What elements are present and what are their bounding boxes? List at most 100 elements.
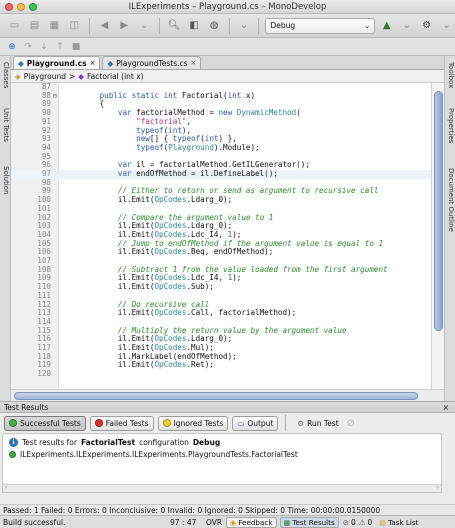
code-token: ,	[186, 116, 192, 126]
code-token: OpCodes	[154, 308, 187, 318]
breadcrumb: ◈ Playground > ◆ Factorial (int x)	[11, 70, 444, 83]
code-token: // Either to return or send as argument …	[117, 186, 379, 196]
close-pad-icon[interactable]: ×	[443, 402, 449, 413]
stop-test-icon[interactable]: ⊘	[347, 418, 355, 429]
code-line[interactable]: 110 il.Emit(OpCodes.Sub);	[11, 282, 431, 292]
monodevelop-window: ILExperiments – Playground.cs – MonoDeve…	[0, 0, 455, 528]
code-line[interactable]: 94 typeof(Playground).Module);	[11, 142, 431, 153]
help-icon[interactable]: ◍	[206, 17, 223, 34]
unit-tests-pad-tab[interactable]: Unit Tests	[0, 108, 11, 142]
nav-dropdown-icon[interactable]: ⌄	[136, 17, 153, 34]
breadcrumb-method[interactable]: Factorial (int x)	[87, 72, 144, 81]
fold-toggle-icon[interactable]: ⊟	[53, 92, 57, 101]
toolbox-pad-tab[interactable]: Toolbox	[445, 62, 455, 88]
test-results-toolbar: Successful Tests Failed Tests Ignored Te…	[0, 413, 455, 433]
document-outline-pad-tab[interactable]: Document Outline	[445, 168, 455, 232]
minimize-window-button[interactable]	[17, 3, 25, 11]
test-results-title: Test Results	[4, 403, 49, 412]
list-item[interactable]: ILExperiments.ILExperiments.ILExperiment…	[9, 449, 298, 460]
open-file-icon[interactable]: ▤	[26, 17, 43, 34]
test-results-status-button[interactable]: ▦ Test Results	[279, 516, 339, 528]
code-token: // Do recursive call	[117, 299, 210, 309]
configuration-select[interactable]: Debug ⌄	[265, 17, 376, 34]
test-entry-label: ILExperiments.ILExperiments.ILExperiment…	[20, 450, 298, 459]
feedback-button[interactable]: ◉ Feedback	[226, 516, 277, 528]
code-token: ) },	[218, 134, 237, 144]
save-icon[interactable]: ▦	[46, 17, 63, 34]
code-line[interactable]: 120	[11, 370, 431, 379]
run-test-button[interactable]: ⚙ Run Test	[293, 416, 342, 431]
editor-horizontal-scrollbar[interactable]	[11, 389, 444, 401]
info-config: Debug	[192, 438, 221, 447]
results-info-row: i Test results for FactorialTest configu…	[9, 437, 220, 448]
task-list-button[interactable]: ▤ Task List	[376, 517, 421, 528]
test-results-list[interactable]: i Test results for FactorialTest configu…	[2, 433, 442, 493]
results-horizontal-scrollbar[interactable]: ‹ ›	[3, 484, 441, 492]
build-dropdown-icon[interactable]: ⌄	[398, 17, 415, 34]
code-line[interactable]: 97 var endOfMethod = il.DefineLabel();	[11, 169, 431, 179]
warning-icon[interactable]: ⚠	[359, 518, 366, 527]
properties-pad-tab[interactable]: Properties	[445, 108, 455, 143]
undo-dropdown-icon[interactable]: ⌄	[236, 17, 253, 34]
code-token: // Jump to endOfMethod if the argument v…	[117, 238, 384, 248]
tab-label: PlaygroundTests.cs	[116, 58, 188, 68]
code-token: factorialMethod =	[131, 108, 219, 118]
new-file-icon[interactable]: ▭	[6, 17, 23, 34]
find-icon[interactable]: 🔍︎	[166, 17, 183, 34]
code-line[interactable]: 106 il.Emit(OpCodes.Beq, endOfMethod);	[11, 248, 431, 257]
code-token: .Ldarg_0);	[186, 334, 233, 344]
ignored-tests-toggle[interactable]: Ignored Tests	[157, 415, 229, 431]
successful-tests-toggle[interactable]: Successful Tests	[4, 415, 86, 431]
toolbar-separator	[88, 17, 90, 34]
solution-pad-tab[interactable]: Solution	[0, 166, 11, 195]
debug-icon[interactable]: ⊕	[6, 41, 18, 53]
close-tab-icon[interactable]: ×	[191, 59, 197, 67]
code-text: typeof(Playground).Module);	[63, 142, 260, 153]
button-label: Output	[247, 418, 274, 428]
back-icon[interactable]: ◀	[96, 17, 113, 34]
code-line[interactable]: 113 il.Emit(OpCodes.Call, factorialMetho…	[11, 308, 431, 318]
properties-icon[interactable]: ◧	[186, 17, 203, 34]
tab-playground-cs[interactable]: ◆ Playground.cs ×	[13, 56, 101, 69]
close-window-button[interactable]	[5, 3, 13, 11]
step-into-icon[interactable]: ↓	[38, 41, 50, 53]
run-icon[interactable]: ⚙	[418, 17, 435, 34]
scroll-left-icon[interactable]: ‹	[5, 484, 7, 491]
code-token: public static int	[99, 90, 182, 100]
code-token: {	[63, 99, 105, 109]
tab-playgroundtests-cs[interactable]: ◆ PlaygroundTests.cs ×	[102, 56, 202, 69]
step-over-icon[interactable]: ↷	[22, 41, 34, 53]
run-dropdown-icon[interactable]: ⌄	[438, 17, 455, 34]
info-icon: i	[9, 438, 18, 447]
zoom-window-button[interactable]	[29, 3, 37, 11]
code-line[interactable]: 100 il.Emit(OpCodes.Ldarg_0);	[11, 195, 431, 205]
save-all-icon[interactable]: ◫	[66, 17, 83, 34]
scrollbar-thumb[interactable]	[14, 392, 418, 400]
classes-pad-tab[interactable]: Classes	[0, 62, 11, 88]
close-tab-icon[interactable]: ×	[90, 59, 96, 67]
code-editor[interactable]: 87 88 ⊟ public static int Factorial(int x)…	[11, 83, 431, 389]
code-token: int	[227, 90, 242, 100]
class-icon: ◈	[15, 71, 21, 81]
test-results-icon: ▦	[283, 517, 291, 527]
output-toggle[interactable]: ▭ Output	[232, 415, 279, 431]
code-token: il.Emit(	[63, 229, 155, 239]
code-token: ).Module);	[213, 142, 260, 152]
error-icon[interactable]: ⊘	[343, 518, 349, 527]
method-icon: ◆	[78, 71, 85, 81]
scroll-right-icon[interactable]: ›	[437, 484, 439, 491]
failed-tests-toggle[interactable]: Failed Tests	[89, 415, 154, 431]
line-number: 120	[37, 369, 51, 379]
build-icon[interactable]: ▲	[378, 17, 395, 34]
scrollbar-thumb[interactable]	[434, 91, 443, 331]
step-out-icon[interactable]: ↑	[54, 41, 66, 53]
code-token: ),	[181, 125, 192, 135]
editor-vertical-scrollbar[interactable]	[431, 83, 444, 389]
forward-icon[interactable]: ▶	[116, 17, 133, 34]
chevron-down-icon: ⌄	[363, 21, 371, 30]
code-token: );	[232, 273, 242, 283]
stop-icon[interactable]: ■	[70, 41, 82, 53]
code-line[interactable]: 119 il.Emit(OpCodes.Ret);	[11, 361, 431, 370]
breadcrumb-class[interactable]: Playground	[24, 72, 66, 81]
